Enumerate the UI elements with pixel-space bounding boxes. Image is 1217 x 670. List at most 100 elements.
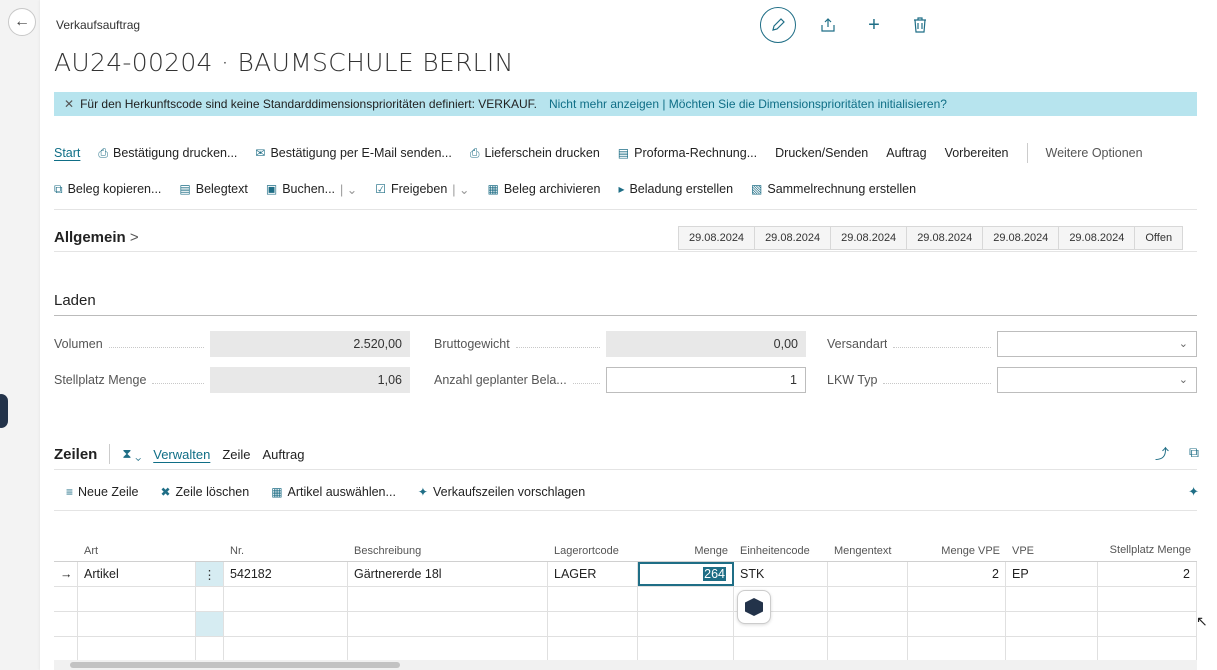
divider bbox=[1026, 143, 1028, 163]
email-confirmation-button[interactable]: ✉ Bestätigung per E-Mail senden... bbox=[255, 146, 451, 160]
col-menge-vpe[interactable]: Menge VPE bbox=[908, 545, 1006, 561]
general-summary-dates: 29.08.2024 29.08.2024 29.08.2024 29.08.2… bbox=[678, 226, 1184, 250]
row-menu-button[interactable]: ⋮ bbox=[196, 562, 224, 586]
horizontal-scrollbar[interactable] bbox=[54, 660, 1197, 670]
personalize-icon[interactable]: ✦ bbox=[1188, 484, 1199, 500]
new-button[interactable]: + bbox=[860, 11, 888, 39]
printer-icon: ⎙ bbox=[469, 145, 480, 160]
load-icon: ▸ bbox=[618, 182, 625, 196]
archive-document-button[interactable]: ▦ Beleg archivieren bbox=[488, 182, 601, 196]
post-icon: ▣ bbox=[265, 182, 278, 196]
copilot-icon bbox=[745, 598, 763, 616]
post-button[interactable]: ▣ Buchen... | ⌄ bbox=[266, 182, 357, 197]
more-options-button[interactable]: Weitere Optionen bbox=[1046, 146, 1143, 160]
col-art[interactable]: Art bbox=[78, 545, 196, 561]
tab-manage[interactable]: Verwalten bbox=[153, 447, 210, 462]
delete-line-icon: ✖ bbox=[160, 485, 171, 499]
lkw-typ-select[interactable]: ⌄ bbox=[997, 367, 1197, 393]
lkw-typ-field: LKW Typ ⌄ bbox=[827, 367, 1197, 393]
action-bar-primary: Start ⎙ Bestätigung drucken... ✉ Bestätigu… bbox=[54, 138, 1143, 168]
copy-document-button[interactable]: ⧉ Beleg kopieren... bbox=[54, 182, 161, 197]
delete-button[interactable] bbox=[906, 11, 934, 39]
col-mengentext[interactable]: Mengentext bbox=[828, 545, 908, 561]
table-row[interactable] bbox=[54, 612, 1197, 637]
lines-header-icons: ⤴ ⧉ bbox=[1155, 444, 1199, 464]
pencil-icon bbox=[772, 18, 785, 31]
col-menge[interactable]: Menge bbox=[638, 545, 734, 561]
share-button[interactable] bbox=[814, 11, 842, 39]
date-value: 29.08.2024 bbox=[907, 227, 984, 249]
edit-button[interactable] bbox=[760, 7, 796, 43]
section-laden: Laden bbox=[54, 292, 96, 309]
archive-icon: ▦ bbox=[487, 182, 499, 196]
menu-prepare[interactable]: Vorbereiten bbox=[945, 146, 1009, 160]
menu-order[interactable]: Auftrag bbox=[886, 146, 926, 160]
document-text-button[interactable]: ▤ Belegtext bbox=[179, 182, 247, 196]
cell-vpe[interactable]: EP bbox=[1006, 562, 1098, 586]
lines-header: Zeilen ⧗ ⌄ Verwalten Zeile Auftrag bbox=[54, 444, 304, 464]
cell-mengentext[interactable] bbox=[828, 562, 908, 586]
delete-line-button[interactable]: ✖ Zeile löschen bbox=[160, 485, 249, 499]
back-button[interactable]: ← bbox=[8, 8, 36, 36]
tab-order[interactable]: Auftrag bbox=[263, 447, 305, 462]
scrollbar-thumb[interactable] bbox=[70, 662, 400, 668]
new-line-icon: ≡ bbox=[66, 485, 74, 499]
create-load-button[interactable]: ▸ Beladung erstellen bbox=[618, 182, 733, 196]
banner-link[interactable]: Nicht mehr anzeigen | Möchten Sie die Di… bbox=[549, 97, 947, 111]
date-value: 29.08.2024 bbox=[983, 227, 1060, 249]
col-nr[interactable]: Nr. bbox=[224, 545, 348, 561]
status-badge: Offen bbox=[1135, 227, 1183, 249]
table-row[interactable] bbox=[54, 587, 1197, 612]
date-value: 29.08.2024 bbox=[1059, 227, 1136, 249]
copy-icon: ⧉ bbox=[54, 181, 63, 196]
tab-start[interactable]: Start bbox=[54, 146, 80, 160]
copilot-button[interactable] bbox=[737, 590, 771, 624]
section-general[interactable]: Allgemein > bbox=[54, 229, 139, 246]
suggest-lines-button[interactable]: ✦ Verkaufszeilen vorschlagen bbox=[418, 485, 585, 499]
col-beschreibung[interactable]: Beschreibung bbox=[348, 545, 548, 561]
release-button[interactable]: ☑ Freigeben | ⌄ bbox=[375, 182, 469, 197]
menu-print-send[interactable]: Drucken/Senden bbox=[775, 146, 868, 160]
cell-lagerortcode[interactable]: LAGER bbox=[548, 562, 638, 586]
notification-banner: ✕ Für den Herkunftscode sind keine Stand… bbox=[54, 92, 1197, 116]
proforma-invoice-button[interactable]: ▤ Proforma-Rechnung... bbox=[618, 146, 757, 160]
action-bar-secondary: ⧉ Beleg kopieren... ▤ Belegtext ▣ Buchen...… bbox=[54, 174, 916, 204]
document-icon: ▤ bbox=[617, 146, 630, 160]
page-card: Verkaufsauftrag AU24-00204 · BAUMSCHULE … bbox=[40, 0, 1217, 670]
divider bbox=[54, 209, 1197, 210]
versandart-select[interactable]: ⌄ bbox=[997, 331, 1197, 357]
side-panel-handle[interactable] bbox=[0, 394, 8, 428]
tab-line[interactable]: Zeile bbox=[222, 447, 250, 462]
print-confirmation-button[interactable]: ⎙ Bestätigung drucken... bbox=[98, 146, 237, 161]
col-stellplatz-menge[interactable]: Stellplatz Menge bbox=[1098, 544, 1197, 561]
trash-icon bbox=[914, 17, 926, 33]
close-icon[interactable]: ✕ bbox=[64, 97, 74, 111]
select-items-button[interactable]: ▦ Artikel auswählen... bbox=[271, 485, 396, 499]
cell-beschreibung[interactable]: Gärtnererde 18l bbox=[348, 562, 548, 586]
col-vpe[interactable]: VPE bbox=[1006, 545, 1098, 561]
mouse-cursor-icon: ↖ bbox=[1196, 613, 1208, 629]
divider bbox=[54, 469, 1197, 470]
arrow-left-icon: ← bbox=[14, 13, 30, 30]
analyze-icon[interactable]: ⧗ ⌄ bbox=[122, 446, 141, 462]
collective-invoice-button[interactable]: ▧ Sammelrechnung erstellen bbox=[751, 182, 916, 196]
cell-nr[interactable]: 542182 bbox=[224, 562, 348, 586]
cell-einheitencode[interactable]: STK bbox=[734, 562, 828, 586]
cell-menge-input[interactable]: 264 bbox=[638, 562, 734, 586]
col-einheitencode[interactable]: Einheitencode bbox=[734, 545, 828, 561]
cell-menge-vpe[interactable]: 2 bbox=[908, 562, 1006, 586]
col-lagerortcode[interactable]: Lagerortcode bbox=[548, 545, 638, 561]
table-row[interactable]: → Artikel ⋮ 542182 Gärtnererde 18l LAGER… bbox=[54, 562, 1197, 587]
date-value: 29.08.2024 bbox=[679, 227, 756, 249]
expand-icon[interactable]: ⧉ bbox=[1189, 444, 1199, 464]
share-icon[interactable]: ⤴ bbox=[1155, 444, 1169, 464]
new-line-button[interactable]: ≡ Neue Zeile bbox=[66, 485, 138, 499]
anzahl-beladungen-input[interactable]: 1 bbox=[606, 367, 806, 393]
cell-art[interactable]: Artikel bbox=[78, 562, 196, 586]
share-icon bbox=[821, 18, 835, 32]
print-delivery-note-button[interactable]: ⎙ Lieferschein drucken bbox=[470, 146, 600, 161]
printer-icon: ⎙ bbox=[98, 145, 109, 160]
table-row[interactable] bbox=[54, 637, 1197, 662]
lines-table: Art Nr. Beschreibung Lagerortcode Menge … bbox=[54, 532, 1197, 662]
cell-stellplatz-menge[interactable]: 2 bbox=[1098, 562, 1197, 586]
